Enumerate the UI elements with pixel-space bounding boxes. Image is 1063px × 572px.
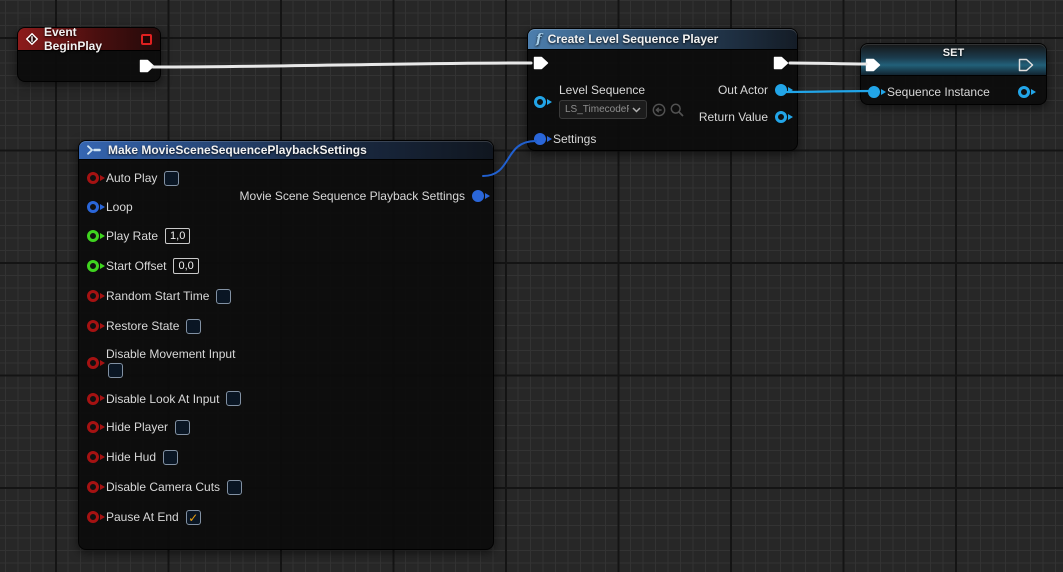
disable-camera-cuts-checkbox[interactable] (227, 480, 242, 495)
make-output-row: Movie Scene Sequence Playback Settings (240, 190, 488, 202)
hide-hud-label: Hide Hud (106, 451, 156, 463)
start-offset-label: Start Offset (106, 260, 166, 272)
return-value-row: Return Value (699, 111, 791, 123)
disable-camera-cuts-label: Disable Camera Cuts (106, 481, 220, 493)
browse-asset-icon[interactable] (670, 103, 684, 117)
disable-movement-input-checkbox[interactable] (108, 363, 123, 378)
disable-look-at-input-pin[interactable] (87, 393, 99, 405)
node-title: Create Level Sequence Player (548, 32, 719, 46)
node-title: Make MovieSceneSequencePlaybackSettings (108, 143, 367, 157)
input-row-hide-hud: Hide Hud (79, 442, 493, 472)
node-title: SET (861, 44, 1046, 59)
input-row-pause-at-end: Pause At End (79, 502, 493, 532)
exec-in-pin[interactable] (533, 56, 549, 70)
node-set-sequence-instance[interactable]: SET Sequence Instance (860, 43, 1047, 105)
disable-camera-cuts-pin[interactable] (87, 481, 99, 493)
pause-at-end-pin[interactable] (87, 511, 99, 523)
input-row-restore-state: Restore State (79, 311, 493, 341)
auto-play-checkbox[interactable] (164, 171, 179, 186)
play-rate-input[interactable]: 1,0 (165, 228, 190, 244)
input-row-disable-movement-input: Disable Movement Input (79, 341, 493, 385)
node-title: Event BeginPlay (44, 25, 135, 53)
auto-play-pin[interactable] (87, 172, 99, 184)
sequence-instance-label: Sequence Instance (887, 86, 990, 98)
input-row-start-offset: Start Offset 0,0 (79, 251, 493, 281)
play-rate-pin[interactable] (87, 230, 99, 242)
out-actor-pin[interactable] (775, 84, 787, 96)
random-start-time-checkbox[interactable] (216, 289, 231, 304)
start-offset-pin[interactable] (87, 260, 99, 272)
level-sequence-asset-value: LS_TimecodePr (565, 104, 629, 115)
settings-label: Settings (553, 133, 596, 145)
make-struct-icon (87, 145, 102, 155)
exec-out-pin[interactable] (1018, 58, 1034, 72)
event-beginplay-header[interactable]: Event BeginPlay (18, 28, 160, 51)
blueprint-canvas[interactable]: Event BeginPlay f Create Level Sequence … (0, 0, 1063, 572)
level-sequence-label: Level Sequence (559, 84, 645, 96)
chevron-down-icon (632, 107, 641, 113)
use-selected-asset-icon[interactable] (652, 103, 666, 117)
out-actor-label: Out Actor (718, 84, 768, 96)
exec-out-pin[interactable] (139, 59, 155, 73)
wire-exec-create-to-set[interactable] (790, 63, 866, 64)
function-icon: f (536, 33, 542, 46)
make-settings-header[interactable]: Make MovieSceneSequencePlaybackSettings (79, 141, 493, 160)
input-row-disable-camera-cuts: Disable Camera Cuts (79, 472, 493, 502)
exec-in-pin[interactable] (865, 58, 881, 72)
make-output-label: Movie Scene Sequence Playback Settings (240, 190, 465, 202)
wire-exec-beginplay-to-create[interactable] (153, 63, 531, 67)
hide-hud-pin[interactable] (87, 451, 99, 463)
disable-look-at-input-checkbox[interactable] (226, 391, 241, 406)
loop-pin[interactable] (87, 201, 99, 213)
make-output-pin[interactable] (472, 190, 484, 202)
sequence-instance-in-pin[interactable] (868, 86, 880, 98)
return-value-label: Return Value (699, 111, 768, 123)
disable-look-at-input-label: Disable Look At Input (106, 393, 219, 405)
node-make-playback-settings[interactable]: Make MovieSceneSequencePlaybackSettings … (78, 140, 494, 550)
pause-at-end-checkbox[interactable] (186, 510, 201, 525)
out-actor-row: Out Actor (718, 84, 791, 96)
settings-pin[interactable] (534, 133, 546, 145)
hide-player-pin[interactable] (87, 421, 99, 433)
pause-at-end-label: Pause At End (106, 511, 179, 523)
settings-row: Settings (534, 133, 596, 145)
sequence-instance-out-pin[interactable] (1018, 86, 1030, 98)
loop-label: Loop (106, 201, 133, 213)
input-row-random-start-time: Random Start Time (79, 281, 493, 311)
random-start-time-label: Random Start Time (106, 290, 209, 302)
create-player-header[interactable]: f Create Level Sequence Player (528, 29, 797, 50)
exec-out-pin[interactable] (773, 56, 789, 70)
start-offset-input[interactable]: 0,0 (173, 258, 198, 274)
node-create-level-sequence-player[interactable]: f Create Level Sequence Player Level Seq… (527, 28, 798, 151)
input-row-hide-player: Hide Player (79, 412, 493, 442)
restore-state-label: Restore State (106, 320, 179, 332)
event-diamond-icon (26, 33, 38, 45)
event-override-icon (141, 34, 152, 45)
hide-player-label: Hide Player (106, 421, 168, 433)
sequence-instance-row: Sequence Instance (868, 86, 990, 98)
auto-play-label: Auto Play (106, 172, 157, 184)
input-row-play-rate: Play Rate 1,0 (79, 221, 493, 251)
restore-state-pin[interactable] (87, 320, 99, 332)
disable-movement-input-label: Disable Movement Input (106, 348, 235, 360)
restore-state-checkbox[interactable] (186, 319, 201, 334)
node-event-beginplay[interactable]: Event BeginPlay (17, 27, 161, 82)
play-rate-label: Play Rate (106, 230, 158, 242)
disable-movement-input-pin[interactable] (87, 357, 99, 369)
hide-hud-checkbox[interactable] (163, 450, 178, 465)
return-value-pin[interactable] (775, 111, 787, 123)
level-sequence-asset-dropdown[interactable]: LS_TimecodePr (559, 100, 647, 119)
input-row-disable-look-at-input: Disable Look At Input (79, 385, 493, 412)
level-sequence-pin[interactable] (534, 96, 546, 108)
hide-player-checkbox[interactable] (175, 420, 190, 435)
random-start-time-pin[interactable] (87, 290, 99, 302)
set-header[interactable]: SET (861, 44, 1046, 76)
